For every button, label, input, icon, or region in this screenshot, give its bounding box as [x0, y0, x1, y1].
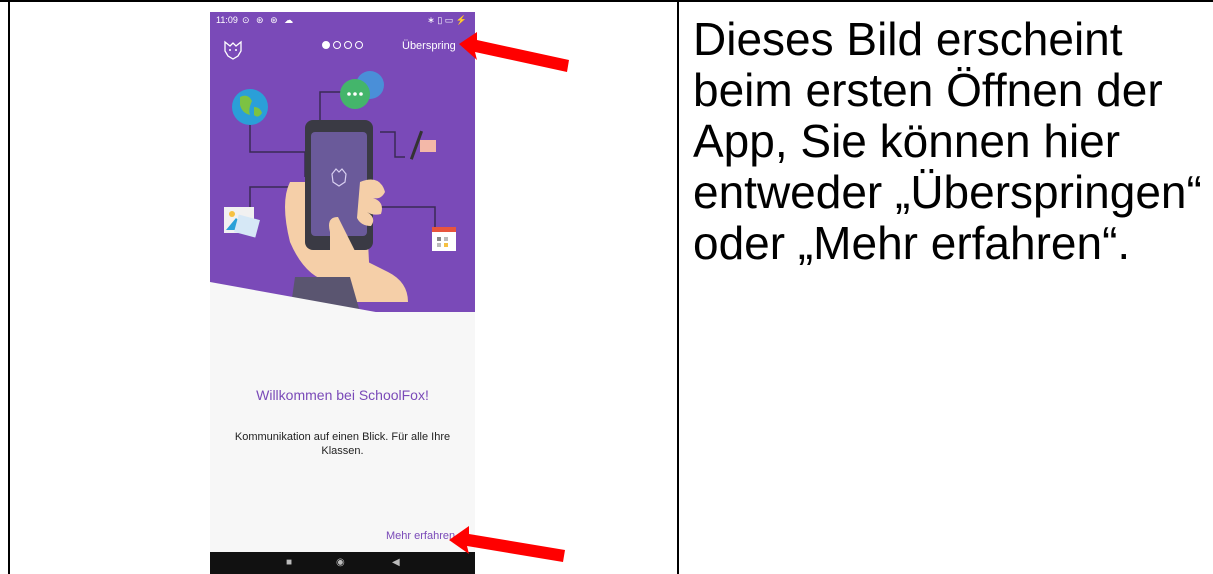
table-border-top — [0, 0, 1213, 2]
table-border-left — [8, 0, 10, 574]
phone-screenshot: 11:09 ⊙ ⊛ ⊛ ☁ ∗ ▯ ▭ ⚡ Überspring Willkom… — [210, 12, 475, 574]
explanation-text: Dieses Bild erscheint beim ersten Öffnen… — [693, 13, 1202, 269]
globe-icon — [232, 89, 268, 125]
welcome-description: Kommunikation auf einen Blick. Für alle … — [234, 431, 451, 457]
skip-button[interactable]: Überspring — [402, 40, 456, 52]
page-dot-1 — [322, 41, 330, 49]
arrow-to-learn-more-icon — [449, 526, 565, 562]
status-left-icons: ⊙ ⊛ ⊛ ☁ — [242, 15, 296, 25]
status-right-icons: ∗ ▯ ▭ ⚡ — [427, 15, 467, 25]
arrow-to-skip-icon — [459, 32, 569, 72]
page-dot-3 — [344, 41, 352, 49]
schoolfox-logo-icon — [224, 40, 242, 60]
status-time: 11:09 — [216, 15, 238, 25]
home-icon[interactable]: ◉ — [336, 558, 345, 568]
hero-illustration — [210, 71, 475, 574]
android-navbar: ■ ◉ ◀ — [210, 552, 475, 574]
status-bar: 11:09 ⊙ ⊛ ⊛ ☁ ∗ ▯ ▭ ⚡ — [210, 12, 475, 30]
recents-icon[interactable]: ■ — [286, 558, 292, 568]
table-border-middle — [677, 0, 679, 574]
back-icon[interactable]: ◀ — [392, 558, 400, 568]
page-indicator — [322, 41, 363, 49]
page-dot-2 — [333, 41, 341, 49]
page-dot-4 — [355, 41, 363, 49]
welcome-title: Willkommen bei SchoolFox! — [256, 387, 429, 403]
